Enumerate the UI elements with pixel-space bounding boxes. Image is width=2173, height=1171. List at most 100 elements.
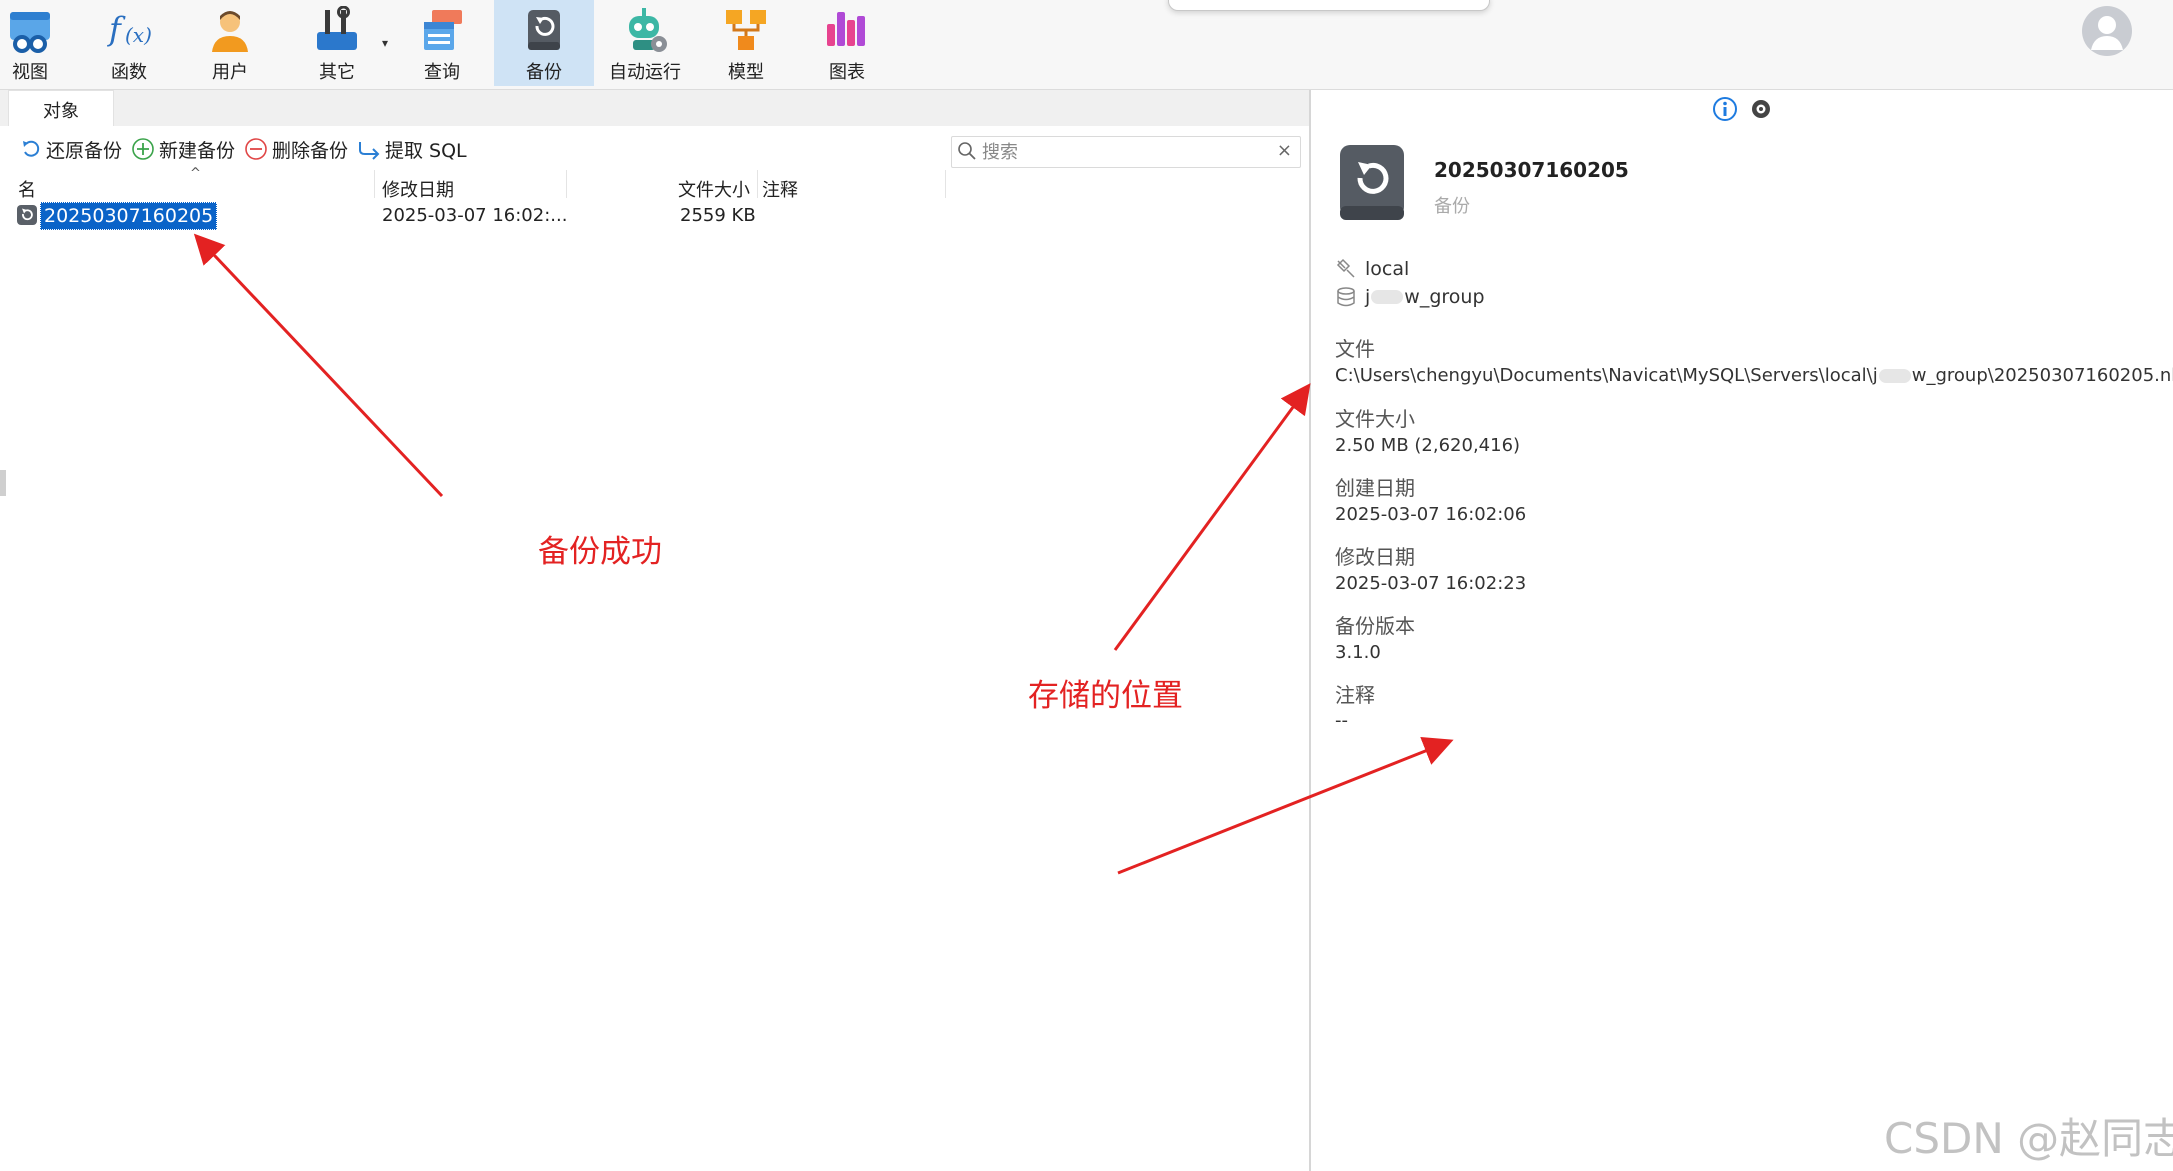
row-modified-cell: 2025-03-07 16:02:... [382, 205, 568, 226]
remove-icon [245, 138, 267, 160]
table-header: ^ 名 修改日期 文件大小 注释 [10, 166, 950, 202]
new-backup-button[interactable]: 新建备份 [131, 136, 235, 162]
annotation-backup-success: 备份成功 [538, 534, 662, 570]
created-label: 创建日期 [1335, 476, 1415, 500]
toolbar-backup-label: 备份 [526, 62, 562, 83]
toolbar-view-button[interactable]: 视图 [0, 0, 80, 86]
backup-large-icon [1340, 145, 1404, 220]
model-icon [726, 10, 766, 50]
popup-window-edge [1168, 0, 1490, 11]
table-row[interactable]: 20250307160205 2025-03-07 16:02:... 2559… [10, 201, 910, 230]
user-icon [212, 11, 248, 52]
function-icon: f (x) [107, 10, 152, 48]
toolbar-other-label: 其它 [319, 62, 355, 83]
toolbar-chart-label: 图表 [829, 62, 865, 83]
extract-sql-button[interactable]: 提取 SQL [357, 136, 467, 162]
connection-name: local [1365, 258, 1410, 280]
object-list-panel: 对象 还原备份 新建备份 删除备份 提取 SQL 搜索 × ^ 名 修改日期 文… [0, 90, 1311, 1171]
object-type: 备份 [1434, 196, 1470, 217]
file-path: C:\Users\chengyu\Documents\Navicat\MySQL… [1335, 365, 2173, 386]
toolbar-function-button[interactable]: f (x) 函数 [79, 0, 179, 86]
redacted-text [1878, 369, 1911, 383]
toolbar-function-label: 函数 [111, 62, 147, 83]
watermark: CSDN @赵同志 [1884, 1114, 2173, 1163]
svg-text:f: f [107, 10, 126, 48]
detail-panel: 20250307160205 备份 local j w_group 文件 C:\U… [1311, 90, 2173, 1171]
connection-plug-icon [1336, 258, 1355, 278]
modified-label: 修改日期 [1335, 545, 1415, 569]
annotation-storage-location: 存储的位置 [1028, 678, 1183, 714]
toolbar-chart-button[interactable]: 图表 [797, 0, 897, 86]
comment-value: -- [1335, 710, 1348, 731]
database-name-prefix: j [1365, 286, 1371, 308]
toolbar-user-button[interactable]: 用户 [180, 0, 280, 86]
delete-backup-button[interactable]: 删除备份 [244, 136, 348, 162]
column-header-size[interactable]: 文件大小 [678, 176, 750, 202]
column-header-comment[interactable]: 注释 [762, 176, 798, 202]
restore-backup-label: 还原备份 [46, 139, 123, 162]
avatar[interactable] [2082, 6, 2132, 56]
version-label: 备份版本 [1335, 614, 1415, 638]
other-dropdown-icon[interactable]: ▾ [382, 36, 388, 50]
database-icon [1337, 287, 1355, 307]
search-icon [958, 142, 976, 160]
toolbar-query-label: 查询 [424, 62, 460, 83]
avatar-user-icon [2091, 16, 2123, 50]
panel-resize-handle[interactable] [0, 470, 6, 496]
restore-backup-button[interactable]: 还原备份 [20, 136, 122, 162]
object-name: 20250307160205 [1434, 158, 1629, 182]
comment-label: 注释 [1335, 683, 1375, 707]
toolbar-model-label: 模型 [728, 62, 764, 83]
connection-line: local [1335, 258, 1409, 280]
row-name-cell[interactable]: 20250307160205 [40, 202, 218, 230]
info-icon[interactable] [1712, 96, 1738, 122]
robot-icon [629, 8, 667, 52]
column-divider[interactable] [945, 170, 946, 198]
tab-objects[interactable]: 对象 [8, 90, 114, 128]
new-backup-label: 新建备份 [159, 139, 236, 162]
toolbar-automation-button[interactable]: 自动运行 [595, 0, 695, 86]
redacted-text [1371, 290, 1404, 304]
database-line: j w_group [1335, 286, 1485, 308]
toolbar-user-label: 用户 [212, 62, 248, 83]
main-toolbar: 视图 f (x) 函数 用户 其它 ▾ 查询 备份 自动运行 模型 图表 [0, 0, 2173, 90]
size-value: 2.50 MB (2,620,416) [1335, 435, 1521, 456]
backup-icon [528, 10, 560, 50]
search-input[interactable] [980, 139, 1274, 165]
file-path-prefix: C:\Users\chengyu\Documents\Navicat\MySQL… [1335, 365, 1878, 386]
column-header-modified[interactable]: 修改日期 [382, 176, 454, 202]
eye-icon[interactable] [1750, 98, 1772, 120]
toolbar-other-button[interactable]: 其它 [287, 0, 387, 86]
clear-search-icon[interactable]: × [1277, 140, 1292, 161]
database-name-suffix: w_group [1404, 286, 1485, 308]
toolbar-model-button[interactable]: 模型 [696, 0, 796, 86]
tools-icon [317, 6, 357, 50]
column-divider[interactable] [374, 170, 375, 198]
created-value: 2025-03-07 16:02:06 [1335, 504, 1527, 525]
backup-file-icon [17, 205, 37, 225]
toolbar-view-label: 视图 [12, 62, 48, 83]
row-size-cell: 2559 KB [680, 205, 756, 226]
column-divider[interactable] [566, 170, 567, 198]
add-icon [132, 138, 154, 160]
chart-icon [827, 12, 865, 46]
version-value: 3.1.0 [1335, 642, 1381, 663]
extract-sql-label: 提取 SQL [385, 139, 467, 162]
toolbar-query-button[interactable]: 查询 [392, 0, 492, 86]
file-path-suffix: w_group\20250307160205.nb3 [1911, 365, 2173, 386]
query-icon [424, 10, 462, 50]
toolbar-backup-button[interactable]: 备份 [494, 0, 594, 86]
svg-text:(x): (x) [125, 23, 152, 47]
modified-value: 2025-03-07 16:02:23 [1335, 573, 1527, 594]
sort-ascending-icon: ^ [190, 166, 201, 181]
restore-icon [23, 140, 40, 157]
column-divider[interactable] [757, 170, 758, 198]
size-label: 文件大小 [1335, 407, 1415, 431]
toolbar-automation-label: 自动运行 [609, 62, 681, 83]
object-tab-strip: 对象 [0, 90, 1309, 128]
delete-backup-label: 删除备份 [272, 139, 349, 162]
column-header-name[interactable]: 名 [18, 176, 36, 202]
view-icon [10, 12, 50, 53]
search-box[interactable]: × [951, 136, 1301, 168]
extract-arrow-icon [359, 142, 380, 160]
